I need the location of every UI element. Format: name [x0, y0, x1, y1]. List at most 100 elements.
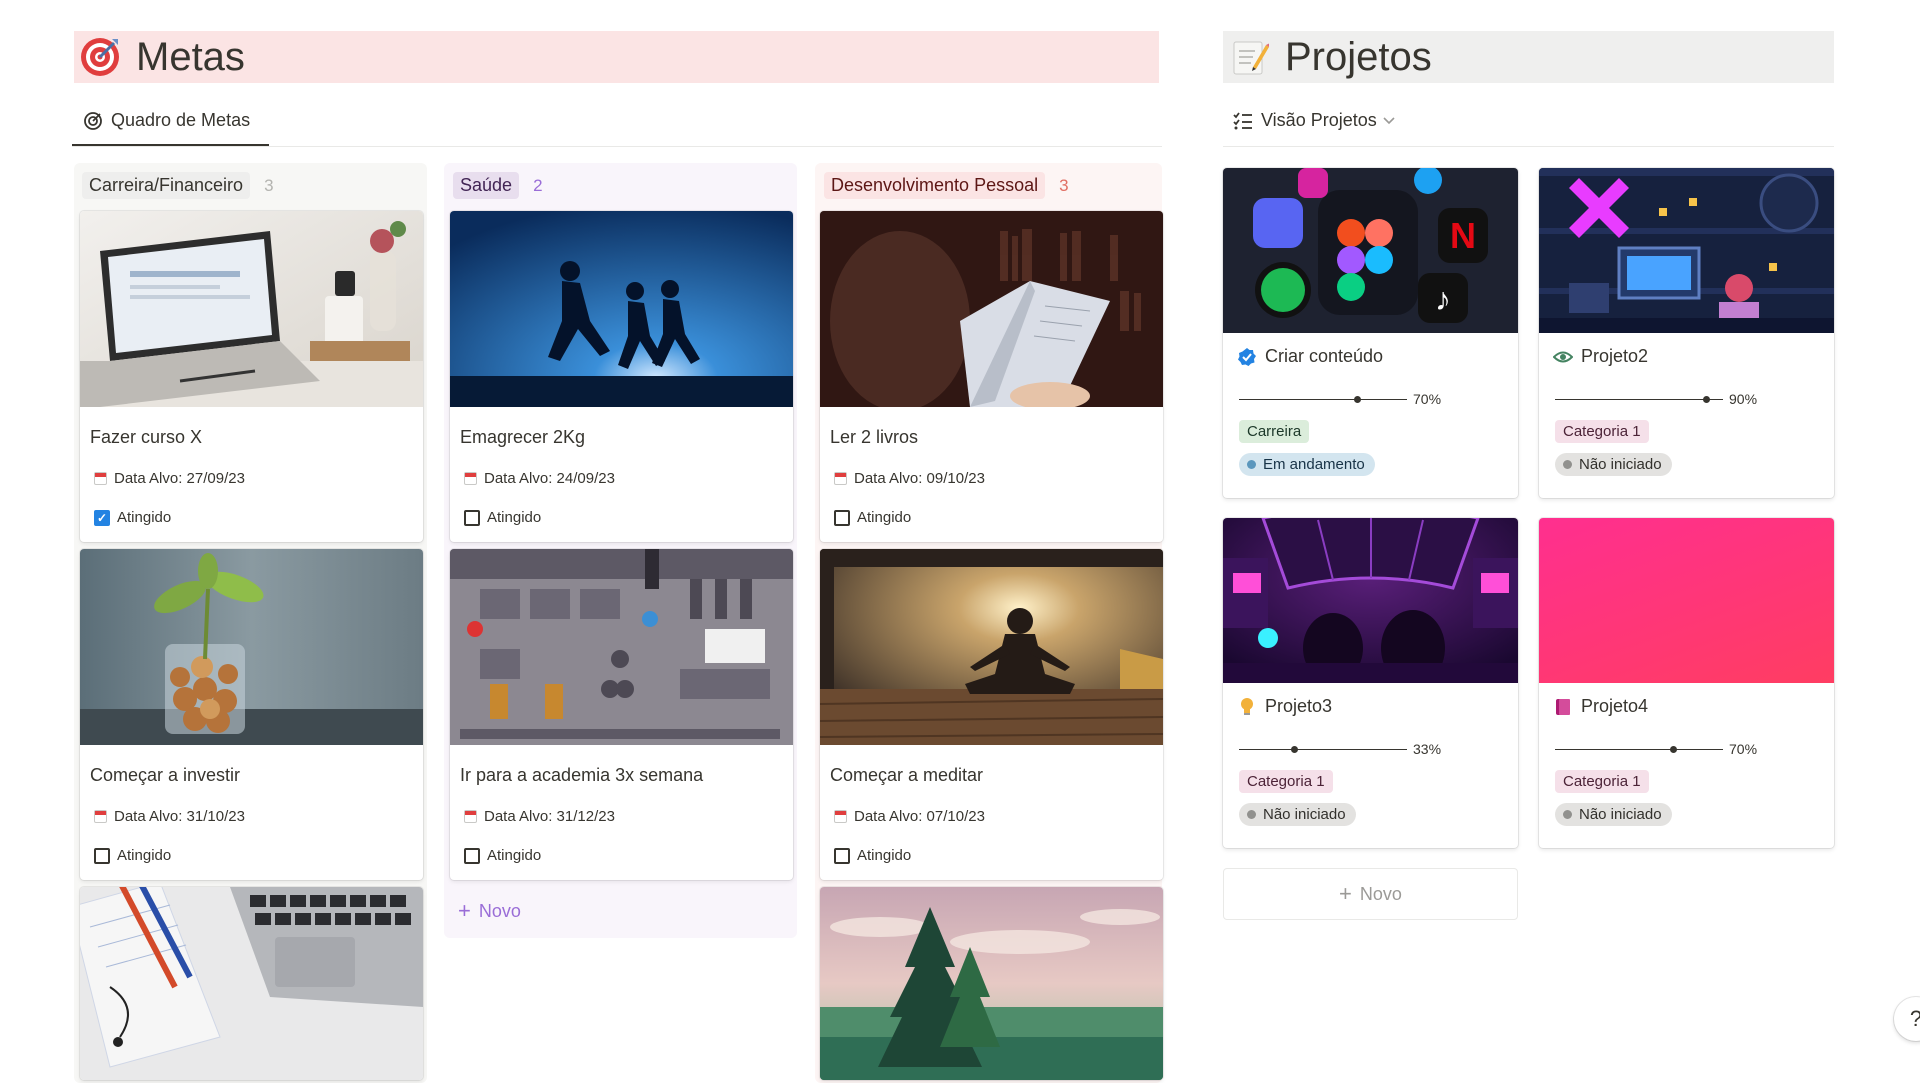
- column-header-carreira[interactable]: Carreira/Financeiro 3: [82, 172, 274, 199]
- project-card[interactable]: N ♪ Criar conteúdo 70% Carreira Em andam…: [1223, 168, 1518, 498]
- column-header-desenvolvimento[interactable]: Desenvolvimento Pessoal 3: [824, 172, 1069, 199]
- column-tag: Saúde: [453, 172, 520, 199]
- progress-label: 90%: [1729, 391, 1758, 407]
- project-title-text: Projeto3: [1265, 696, 1333, 716]
- goal-card[interactable]: Ir para a academia 3x semana Data Alvo: …: [450, 549, 793, 880]
- new-label: Novo: [1359, 883, 1402, 904]
- card-date: Data Alvo: 31/10/23: [94, 808, 245, 825]
- date-label: Data Alvo: 31/10/23: [114, 808, 245, 825]
- tab-label: Quadro de Metas: [111, 110, 251, 130]
- project-card[interactable]: Projeto3 33% Categoria 1 Não iniciado: [1223, 518, 1518, 848]
- new-project-button[interactable]: + Novo: [1223, 868, 1518, 920]
- card-checkbox[interactable]: ✓ Atingido: [94, 509, 171, 526]
- view-divider: [1223, 146, 1834, 147]
- status-label: Não iniciado: [1579, 456, 1662, 473]
- goal-card[interactable]: Começar a meditar Data Alvo: 07/10/23 At…: [820, 549, 1163, 880]
- goal-card[interactable]: Emagrecer 2Kg Data Alvo: 24/09/23 Atingi…: [450, 211, 793, 542]
- calendar-icon: [94, 810, 107, 823]
- status-dot-icon: [1247, 460, 1256, 469]
- date-label: Data Alvo: 24/09/23: [484, 470, 615, 487]
- goal-card[interactable]: Começar a investir Data Alvo: 31/10/23 A…: [80, 549, 423, 880]
- projetos-header: Projetos: [1223, 31, 1834, 83]
- category-tag: Carreira: [1239, 420, 1310, 443]
- card-title: Fazer curso X: [90, 427, 203, 447]
- checkbox-checked-icon[interactable]: ✓: [94, 509, 110, 526]
- target-icon: [78, 35, 122, 79]
- card-date: Data Alvo: 31/12/23: [464, 808, 615, 825]
- progress-label: 70%: [1413, 391, 1442, 407]
- status-dot-icon: [1247, 810, 1256, 819]
- card-checkbox[interactable]: Atingido: [464, 847, 541, 864]
- pixel-art-arcade-room: [1539, 168, 1834, 333]
- spaceship-cockpit-neon: [1223, 518, 1518, 683]
- checkbox-label: Atingido: [117, 847, 172, 864]
- help-button[interactable]: ?: [1894, 997, 1920, 1041]
- project-title-text: Projeto2: [1581, 346, 1649, 366]
- calendar-icon: [464, 472, 477, 485]
- category-tag: Categoria 1: [1239, 770, 1333, 793]
- svg-text:N: N: [1450, 215, 1476, 256]
- goal-card[interactable]: [80, 887, 423, 1080]
- card-checkbox[interactable]: Atingido: [834, 509, 911, 526]
- progress-bar: 70%: [1555, 741, 1757, 757]
- project-title: Criar conteúdo: [1237, 346, 1383, 367]
- laptop-notebook-photo: [80, 887, 423, 1080]
- checkbox-icon[interactable]: [464, 509, 480, 526]
- progress-bar: 33%: [1239, 741, 1441, 757]
- goal-card[interactable]: Fazer curso X Data Alvo: 27/09/23 ✓ Atin…: [80, 211, 423, 542]
- status-label: Em andamento: [1263, 456, 1365, 473]
- checklist-icon: [1233, 111, 1253, 130]
- checkbox-label: Atingido: [117, 509, 172, 526]
- verified-check-icon: [1237, 347, 1257, 367]
- projetos-title: Projetos: [1285, 34, 1432, 79]
- new-goal-button[interactable]: + Novo: [458, 898, 521, 924]
- svg-text:♪: ♪: [1435, 281, 1451, 317]
- checkbox-icon[interactable]: [834, 847, 850, 864]
- card-date: Data Alvo: 24/09/23: [464, 470, 615, 487]
- metas-header: Metas: [74, 31, 1159, 83]
- project-title: Projeto3: [1237, 696, 1332, 717]
- checkbox-label: Atingido: [857, 847, 912, 864]
- status-badge: Não iniciado: [1555, 453, 1672, 476]
- tab-quadro-de-metas[interactable]: Quadro de Metas: [83, 110, 250, 131]
- goal-card[interactable]: [820, 887, 1163, 1080]
- plus-icon: +: [1339, 881, 1352, 906]
- project-card[interactable]: Projeto4 70% Categoria 1 Não iniciado: [1539, 518, 1834, 848]
- date-label: Data Alvo: 07/10/23: [854, 808, 985, 825]
- card-date: Data Alvo: 07/10/23: [834, 808, 985, 825]
- calendar-icon: [834, 810, 847, 823]
- card-checkbox[interactable]: Atingido: [834, 847, 911, 864]
- checkbox-icon[interactable]: [834, 509, 850, 526]
- social-apps-3d-icons: N ♪: [1223, 168, 1518, 333]
- card-title: Ler 2 livros: [830, 427, 919, 447]
- eye-icon: [1553, 347, 1573, 367]
- card-date: Data Alvo: 09/10/23: [834, 470, 985, 487]
- column-count: 3: [1059, 175, 1069, 195]
- progress-knob: [1291, 745, 1299, 753]
- progress-bar: 90%: [1555, 391, 1757, 407]
- view-divider: [72, 146, 1162, 147]
- pixel-forest-illustration: [820, 887, 1163, 1080]
- status-badge: Não iniciado: [1555, 803, 1672, 826]
- checkbox-label: Atingido: [487, 509, 542, 526]
- category-tag: Categoria 1: [1555, 770, 1649, 793]
- runners-silhouette-photo: [450, 211, 793, 407]
- card-checkbox[interactable]: Atingido: [464, 509, 541, 526]
- metas-title: Metas: [136, 34, 245, 79]
- project-card[interactable]: Projeto2 90% Categoria 1 Não iniciado: [1539, 168, 1834, 498]
- card-title: Começar a investir: [90, 765, 241, 785]
- project-title-text: Criar conteúdo: [1265, 346, 1384, 366]
- progress-label: 70%: [1729, 741, 1758, 757]
- pink-gradient: [1539, 518, 1834, 683]
- column-header-saude[interactable]: Saúde 2: [453, 172, 543, 199]
- checkbox-icon[interactable]: [464, 847, 480, 864]
- view-visao-projetos[interactable]: Visão Projetos: [1233, 110, 1395, 131]
- card-checkbox[interactable]: Atingido: [94, 847, 171, 864]
- checkbox-icon[interactable]: [94, 847, 110, 864]
- progress-bar: 70%: [1239, 391, 1441, 407]
- column-tag: Desenvolvimento Pessoal: [824, 172, 1046, 199]
- goal-card[interactable]: Ler 2 livros Data Alvo: 09/10/23 Atingid…: [820, 211, 1163, 542]
- status-dot-icon: [1563, 460, 1572, 469]
- progress-knob: [1703, 395, 1711, 403]
- status-label: Não iniciado: [1579, 806, 1662, 823]
